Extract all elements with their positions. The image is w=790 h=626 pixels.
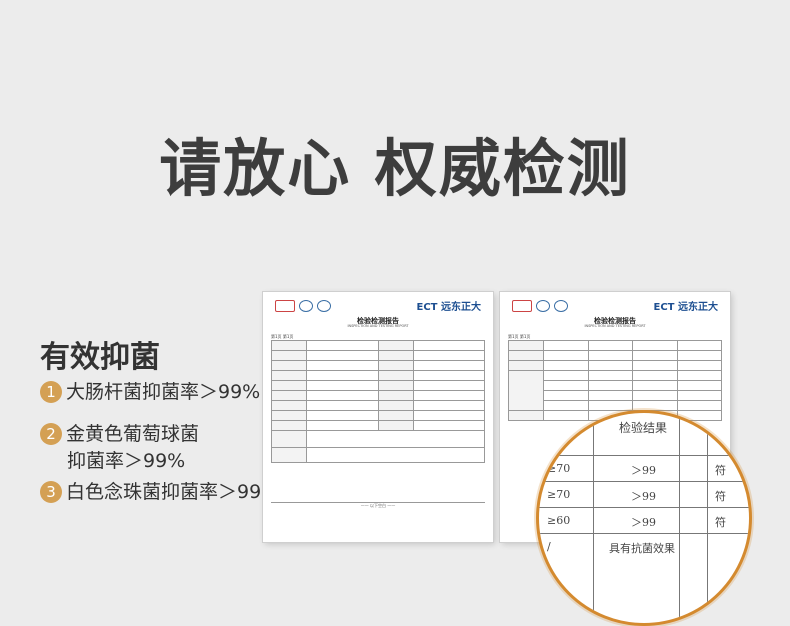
magnified-row-4: / 具有抗菌效果 <box>539 533 749 560</box>
feature-text-2: 金黄色葡萄球菌 <box>66 423 200 445</box>
certification-logos <box>275 300 331 312</box>
brand-logo-2: ECT 远东正大 <box>653 302 718 313</box>
magnified-row-3: ≥60 ＞99 符 <box>539 507 749 534</box>
number-badge-3: 3 <box>40 481 62 503</box>
magnified-cell: 符 <box>715 516 726 529</box>
feature-text-3: 白色念珠菌抑菌率＞99% <box>66 481 280 503</box>
feature-title: 有效抑菌 <box>40 340 160 375</box>
number-badge-1: 1 <box>40 381 62 403</box>
magnified-cell: ≥60 <box>547 514 571 527</box>
report-subtitle-2: INSPECTION AND TESTING REPORT <box>584 324 646 328</box>
magnified-cell: 符 <box>715 464 726 477</box>
report-subtitle: INSPECTION AND TESTING REPORT <box>347 324 409 328</box>
feature-item-3: 3 白色念珠菌抑菌率＞99% <box>40 478 279 506</box>
magnified-row-1: ≥70 ＞99 符 <box>539 455 749 482</box>
magnified-cell: ＞99 <box>631 464 656 477</box>
magnified-cell: ＞99 <box>631 490 656 503</box>
magnified-results-table: 检验结果 ≥70 ＞99 符 ≥70 ＞99 符 ≥60 ＞99 符 / 具有抗… <box>539 413 749 623</box>
magnified-cell: / <box>547 540 551 553</box>
number-badge-2: 2 <box>40 423 62 445</box>
feature-text-2-line2: 抑菌率＞99% <box>67 450 186 472</box>
report-table <box>271 340 485 463</box>
report-table-2 <box>508 340 722 421</box>
feature-item-1: 1 大肠杆菌抑菌率＞99% <box>40 378 260 406</box>
cma-logo-icon <box>275 300 295 312</box>
feature-text-1: 大肠杆菌抑菌率＞99% <box>66 381 261 403</box>
report-footer: —— 以下空白 —— <box>271 502 485 509</box>
ilac-logo-icon <box>299 300 313 312</box>
magnified-cell: ＞99 <box>631 516 656 529</box>
brand-logo: ECT 远东正大 <box>416 302 481 313</box>
magnifier-lens: 检验结果 ≥70 ＞99 符 ≥70 ＞99 符 ≥60 ＞99 符 / 具有抗… <box>536 410 752 626</box>
magnified-cell: 具有抗菌效果 <box>609 542 675 555</box>
certification-logos-2 <box>512 300 568 312</box>
magnified-cell: ≥70 <box>547 488 571 501</box>
magnified-cell: ≥70 <box>547 462 571 475</box>
page-headline: 请放心 权威检测 <box>159 132 631 205</box>
feature-item-2: 2 金黄色葡萄球菌 <box>40 420 199 448</box>
cnas-logo-icon <box>317 300 331 312</box>
cnas-logo-icon <box>554 300 568 312</box>
magnified-row-2: ≥70 ＞99 符 <box>539 481 749 508</box>
ilac-logo-icon <box>536 300 550 312</box>
cma-logo-icon <box>512 300 532 312</box>
magnified-cell: 符 <box>715 490 726 503</box>
magnified-header: 检验结果 <box>619 421 668 435</box>
test-report-page-1: ECT 远东正大 检验检测报告 INSPECTION AND TESTING R… <box>263 292 493 542</box>
